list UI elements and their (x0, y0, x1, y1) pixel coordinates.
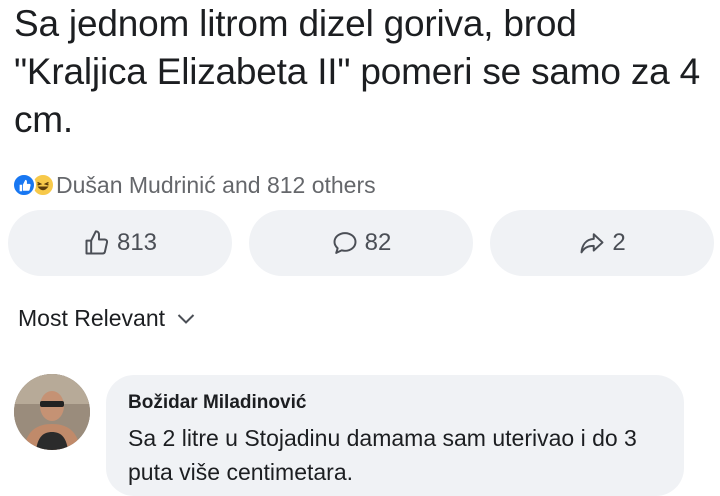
like-button[interactable]: 813 (8, 210, 232, 276)
comment-icon (333, 232, 357, 254)
sort-label: Most Relevant (18, 305, 166, 331)
share-count: 2 (612, 229, 626, 256)
comment-button[interactable]: 82 (249, 210, 473, 276)
reactions-text: Dušan Mudrinić and 812 others (56, 171, 376, 198)
reactions-summary[interactable]: Dušan Mudrinić and 812 others (12, 170, 376, 200)
chevron-down-icon (177, 313, 195, 324)
post-actions: 813 82 2 (8, 210, 714, 278)
comment-author[interactable]: Božidar Miladinović (128, 391, 662, 415)
post-text: Sa jednom litrom dizel goriva, brod "Kra… (14, 3, 701, 140)
comment-count: 82 (364, 229, 392, 256)
share-icon (580, 233, 604, 254)
comment-sort-dropdown[interactable]: Most Relevant (18, 305, 195, 332)
like-count: 813 (116, 229, 158, 256)
share-button[interactable]: 2 (490, 210, 714, 276)
like-icon (12, 173, 36, 197)
comment-text: Sa 2 litre u Stojadinu damama sam uteriv… (128, 425, 637, 485)
avatar[interactable] (14, 374, 90, 450)
comment-bubble: Božidar Miladinović Sa 2 litre u Stojadi… (106, 375, 684, 496)
thumbs-up-icon (85, 230, 109, 255)
reaction-icons (12, 171, 72, 199)
